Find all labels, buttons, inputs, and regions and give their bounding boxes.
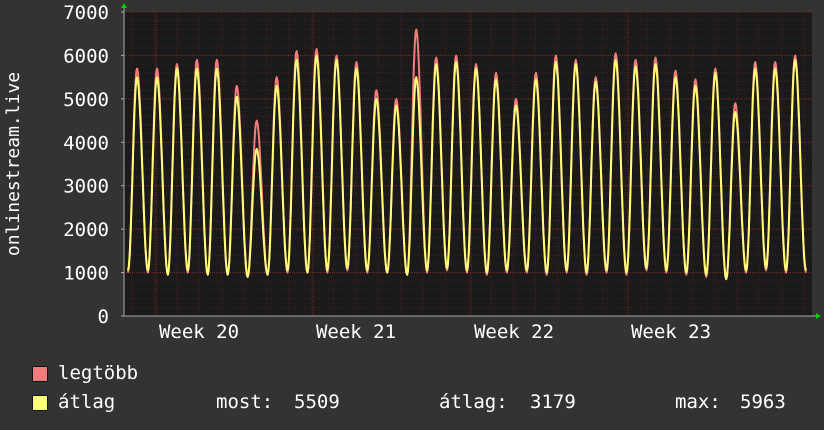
stat-most-label: most: bbox=[216, 391, 274, 413]
x-axis-arrow bbox=[816, 313, 821, 319]
y-tick-label: 3000 bbox=[63, 176, 109, 198]
y-axis-arrow bbox=[121, 3, 127, 8]
legend-label-legtobb: legtöbb bbox=[58, 362, 139, 384]
y-tick-label: 1000 bbox=[63, 263, 109, 285]
stat-atlag-label: átlag: bbox=[439, 391, 508, 413]
stat-max-label: max: bbox=[675, 391, 721, 413]
x-tick-label: Week 21 bbox=[316, 321, 396, 343]
y-tick-label: 5000 bbox=[63, 89, 109, 111]
legend-swatch-atlag bbox=[32, 395, 48, 411]
y-tick-label: 0 bbox=[98, 306, 109, 328]
stat-atlag-value: 3179 bbox=[530, 391, 576, 413]
y-tick-label: 2000 bbox=[63, 219, 109, 241]
y-axis-label: onlinestream.live bbox=[3, 72, 24, 256]
x-tick-label: Week 23 bbox=[631, 321, 711, 343]
y-tick-label: 7000 bbox=[63, 2, 109, 24]
x-tick-label: Week 22 bbox=[474, 321, 554, 343]
y-tick-label: 6000 bbox=[63, 45, 109, 67]
legend-label-atlag: átlag bbox=[58, 391, 116, 413]
legend-swatch-legtobb bbox=[32, 366, 48, 382]
stat-most-value: 5509 bbox=[294, 391, 340, 413]
x-tick-label: Week 20 bbox=[159, 321, 239, 343]
y-tick-label: 4000 bbox=[63, 132, 109, 154]
stat-max-value: 5963 bbox=[740, 391, 786, 413]
